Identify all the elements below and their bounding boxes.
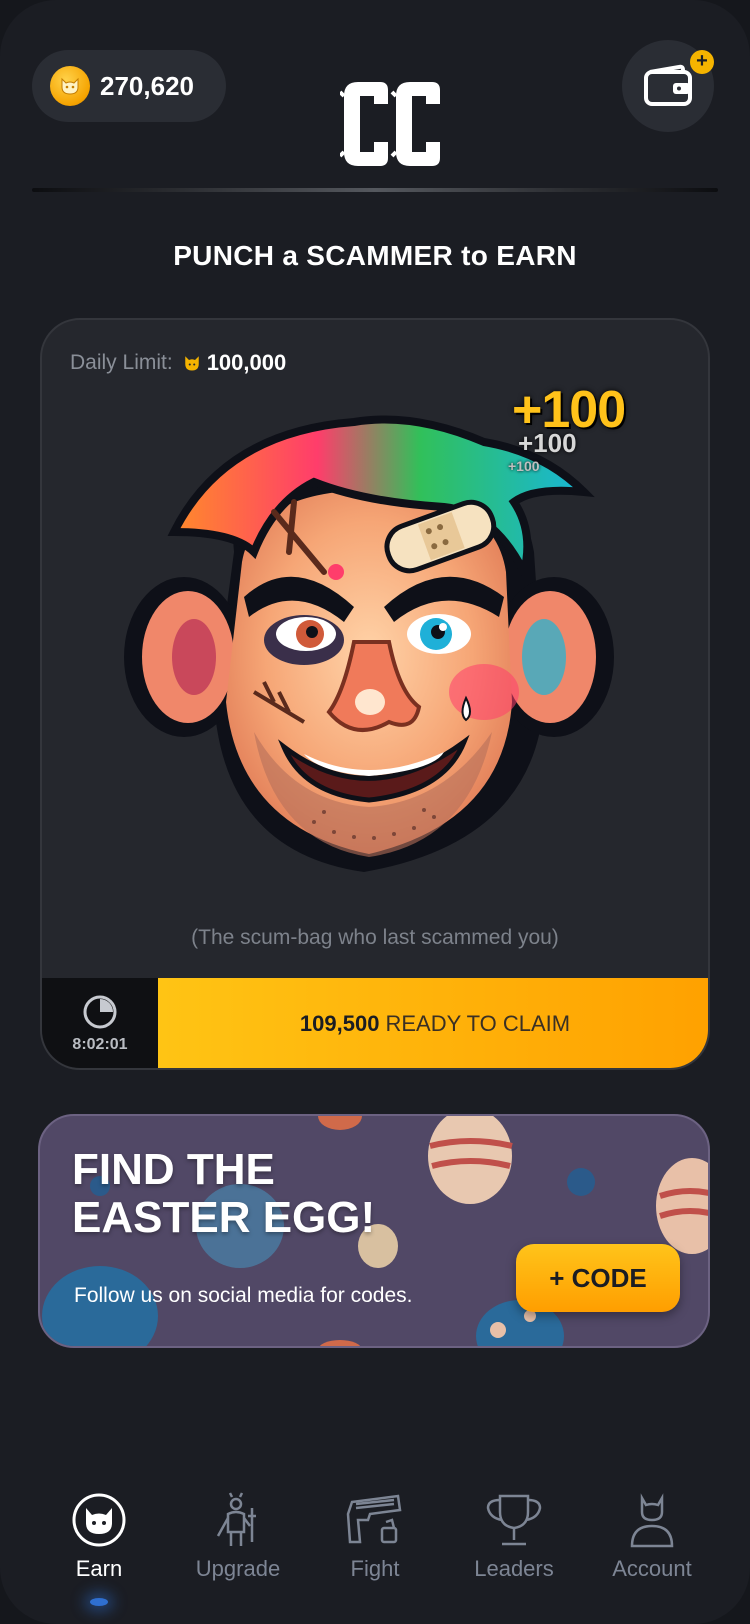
user-icon [622,1490,682,1550]
nav-item-upgrade[interactable]: Upgrade [173,1490,303,1582]
trophy-icon [484,1490,544,1550]
upgrade-figure-icon [208,1490,268,1550]
face-caption: (The scum-bag who last scammed you) [191,926,559,949]
daily-limit-value: 100,000 [206,350,287,375]
nav-label-upgrade: Upgrade [195,1556,281,1581]
clock-icon [83,995,117,1029]
daily-limit: Daily Limit: 100,000 [70,350,286,376]
promo-title-line2: EASTER EGG! [72,1193,376,1242]
promo-title-line1: FIND THE [72,1145,275,1194]
app-logo [338,80,444,168]
claim-button[interactable]: 109,500 READY TO CLAIM [158,978,708,1068]
tap-reward-popup: +100 [518,428,577,458]
wallet-button[interactable]: + [622,40,714,132]
scammer-face-target[interactable] [114,402,624,912]
timer-value: 8:02:01 [72,1036,128,1053]
promo-title: FIND THE EASTER EGG! [72,1146,375,1242]
gun-icon [345,1490,405,1550]
tap-reward-popup: +100 [508,458,540,474]
bottom-nav: Earn Upgrade Fight Leaders Account [0,1490,750,1624]
nav-item-leaders[interactable]: Leaders [449,1490,579,1582]
nav-item-earn[interactable]: Earn [34,1490,164,1582]
header-divider [32,188,718,192]
nav-label-leaders: Leaders [474,1556,554,1581]
wallet-icon [644,64,692,106]
page-tagline: PUNCH a SCAMMER to EARN [173,240,577,271]
claim-label: READY TO CLAIM [385,1011,571,1036]
daily-limit-label: Daily Limit: [70,351,173,374]
easter-egg-promo: FIND THE EASTER EGG! Follow us on social… [38,1114,710,1348]
balance-pill[interactable]: 270,620 [32,50,226,122]
claim-amount: 109,500 [299,1011,380,1036]
punch-card: Daily Limit: 100,000 +100 +100 +100 (The… [40,318,710,1070]
claim-bar: 8:02:01 109,500 READY TO CLAIM [42,978,708,1068]
cat-icon [69,1490,129,1550]
wallet-add-badge: + [690,50,714,74]
add-code-button[interactable]: + CODE [516,1244,680,1312]
nav-label-fight: Fight [350,1556,400,1581]
coin-icon [50,66,90,106]
claim-timer: 8:02:01 [42,978,158,1068]
cat-coin-icon [184,356,199,371]
nav-label-account: Account [612,1556,692,1581]
app-screen: 270,620 + PUNCH a SCAMMER to EARN Daily … [0,0,750,1624]
nav-label-earn: Earn [75,1556,123,1581]
nav-item-fight[interactable]: Fight [310,1490,440,1582]
balance-value: 270,620 [100,70,194,101]
promo-subtitle: Follow us on social media for codes. [74,1284,413,1307]
nav-item-account[interactable]: Account [587,1490,717,1582]
active-tab-indicator [90,1598,108,1606]
